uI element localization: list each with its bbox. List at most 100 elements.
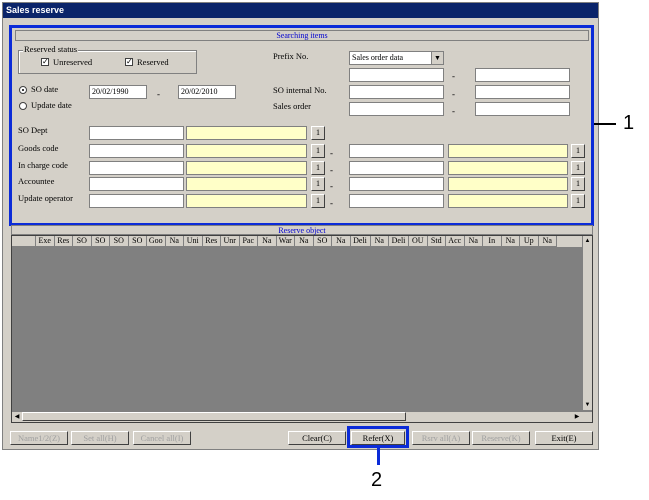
name-to-field	[448, 177, 568, 191]
prefix-to-input[interactable]	[475, 68, 570, 82]
code-to-input[interactable]	[349, 161, 444, 175]
column-header[interactable]: Uni	[184, 236, 203, 247]
cancel-all-button[interactable]: Cancel all(I)	[133, 431, 191, 445]
lookup-to-button[interactable]: 1	[571, 144, 585, 158]
column-header[interactable]: Deli	[389, 236, 409, 247]
code-from-input[interactable]	[89, 144, 184, 158]
lookup-from-button[interactable]: 1	[311, 126, 325, 140]
lookup-from-button[interactable]: 1	[311, 194, 325, 208]
column-header[interactable]: Na	[258, 236, 277, 247]
so-internal-to-input[interactable]	[475, 85, 570, 99]
column-header[interactable]: War	[276, 236, 295, 247]
column-header[interactable]: SO	[110, 236, 129, 247]
update-date-label: Update date	[31, 100, 72, 110]
date-from-input[interactable]: 20/02/1990	[89, 85, 147, 99]
horizontal-scroll-thumb[interactable]	[22, 412, 406, 421]
column-header[interactable]: SO	[128, 236, 147, 247]
lookup-to-button[interactable]: 1	[571, 194, 585, 208]
date-to-input[interactable]: 20/02/2010	[178, 85, 236, 99]
name-to-field	[448, 161, 568, 175]
prefix-from-input[interactable]	[349, 68, 444, 82]
row-label: Goods code	[18, 143, 59, 153]
scroll-down-icon[interactable]: ▼	[583, 400, 592, 410]
column-header[interactable]: Na	[464, 236, 483, 247]
lookup-to-button[interactable]: 1	[571, 177, 585, 191]
so-date-radio[interactable]	[19, 86, 27, 94]
column-header[interactable]: SO	[313, 236, 332, 247]
name-from-field	[186, 144, 307, 158]
code-from-input[interactable]	[89, 126, 184, 140]
column-header[interactable]: Na	[538, 236, 557, 247]
column-header[interactable]: Pac	[239, 236, 258, 247]
callout-two: 2	[371, 469, 383, 491]
name-toggle-button[interactable]: Name1/2(Z)	[10, 431, 68, 445]
update-date-radio[interactable]	[19, 102, 27, 110]
unreserved-label: Unreserved	[53, 57, 93, 67]
clear-button[interactable]: Clear(C)	[288, 431, 346, 445]
name-to-field	[448, 144, 568, 158]
row-label: Accountee	[18, 176, 55, 186]
column-header[interactable]: OU	[409, 236, 428, 247]
reserve-grid-header: Exe Res SO SO SO SO Goo Na Uni Res Unr Pac Na War Na SO…	[12, 236, 592, 247]
column-header[interactable]: Goo	[147, 236, 166, 247]
range-dash: -	[330, 198, 333, 208]
column-header[interactable]: SO	[73, 236, 92, 247]
column-header[interactable]: Acc	[446, 236, 465, 247]
range-dash: -	[330, 181, 333, 191]
set-all-button[interactable]: Set all(H)	[71, 431, 129, 445]
reserved-checkbox[interactable]: ✓	[125, 58, 133, 66]
name-from-field	[186, 161, 307, 175]
column-header[interactable]: Res	[202, 236, 221, 247]
code-to-input[interactable]	[349, 177, 444, 191]
scroll-up-icon[interactable]: ▲	[583, 236, 592, 246]
column-header[interactable]: Na	[295, 236, 314, 247]
column-header[interactable]: In	[483, 236, 502, 247]
reserve-section-title: Reserve object	[11, 225, 593, 235]
code-to-input[interactable]	[349, 194, 444, 208]
scroll-left-icon[interactable]: ◀	[12, 412, 22, 422]
code-from-input[interactable]	[89, 177, 184, 191]
exit-button[interactable]: Exit(E)	[535, 431, 593, 445]
lookup-from-button[interactable]: 1	[311, 144, 325, 158]
horizontal-scrollbar[interactable]: ◀ ▶	[12, 411, 592, 422]
column-header[interactable]: Deli	[350, 236, 371, 247]
refer-button[interactable]: Refer(X)	[351, 431, 405, 445]
row-label: In charge code	[18, 160, 68, 170]
column-header[interactable]: Std	[427, 236, 446, 247]
unreserved-checkbox[interactable]: ✓	[41, 58, 49, 66]
column-header[interactable]: Unr	[221, 236, 240, 247]
name-from-field	[186, 194, 307, 208]
column-header[interactable]: Na	[165, 236, 184, 247]
scroll-right-icon[interactable]: ▶	[572, 412, 582, 422]
reserve-all-button[interactable]: Rsrv all(A)	[412, 431, 470, 445]
code-from-input[interactable]	[89, 161, 184, 175]
vertical-scrollbar[interactable]: ▲ ▼	[582, 236, 592, 410]
so-internal-from-input[interactable]	[349, 85, 444, 99]
column-header[interactable]: Exe	[36, 236, 55, 247]
row-label: Update operator	[18, 193, 73, 203]
code-from-input[interactable]	[89, 194, 184, 208]
prefix-select[interactable]: Sales order data ▼	[349, 51, 444, 65]
column-header[interactable]: Na	[370, 236, 389, 247]
so-internal-dash: -	[452, 89, 455, 99]
name-from-field	[186, 126, 307, 140]
sales-order-from-input[interactable]	[349, 102, 444, 116]
column-header[interactable]: Up	[520, 236, 539, 247]
reserve-grid[interactable]: Exe Res SO SO SO SO Goo Na Uni Res Unr Pac Na War Na SO…	[11, 235, 593, 423]
lookup-from-button[interactable]: 1	[311, 177, 325, 191]
column-header[interactable]: Res	[54, 236, 73, 247]
sales-order-to-input[interactable]	[475, 102, 570, 116]
column-header[interactable]: Na	[332, 236, 351, 247]
column-header[interactable]: SO	[91, 236, 110, 247]
so-internal-label: SO internal No.	[273, 85, 327, 95]
code-to-input[interactable]	[349, 144, 444, 158]
lookup-from-button[interactable]: 1	[311, 161, 325, 175]
reserve-button[interactable]: Reserve(K)	[472, 431, 530, 445]
lookup-to-button[interactable]: 1	[571, 161, 585, 175]
grid-row-header	[12, 236, 36, 247]
search-section-title: Searching items	[15, 30, 589, 41]
chevron-down-icon[interactable]: ▼	[431, 52, 443, 64]
name-from-field	[186, 177, 307, 191]
column-header[interactable]: Na	[501, 236, 520, 247]
date-range-dash: -	[157, 89, 160, 99]
